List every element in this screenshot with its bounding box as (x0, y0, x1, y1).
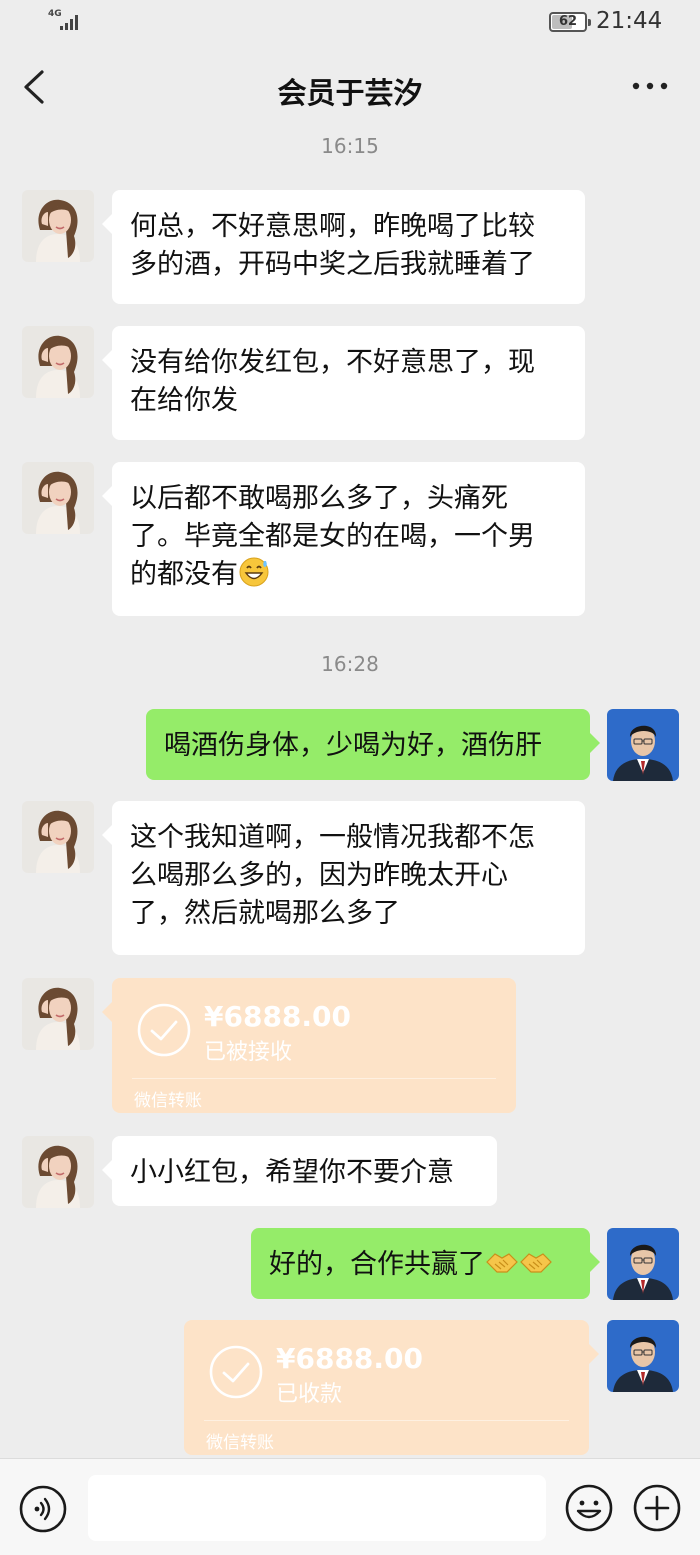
handshake-emoji (520, 1253, 552, 1273)
received-message-bubble[interactable]: 何总，不好意思啊，昨晚喝了比较 多的酒，开码中奖之后我就睡着了 (102, 190, 585, 304)
transfer-status: 已被接收 (204, 1040, 293, 1065)
transfer-card[interactable]: ¥6888.00 已收款 微信转账 (184, 1320, 599, 1455)
message-line: 喝酒伤身体，少喝为好，酒伤肝 (164, 730, 542, 761)
message-line: 好的，合作共赢了 (269, 1246, 572, 1284)
received-message-bubble[interactable]: 没有给你发红包，不好意思了，现 在给你发 (102, 326, 585, 440)
transfer-footer: 微信转账 (134, 1091, 202, 1111)
message-line: 没有给你发红包，不好意思了，现 (130, 347, 535, 378)
chat-title: 会员于芸汐 (277, 76, 423, 110)
message-timestamp: 16:28 (321, 652, 379, 676)
message-line: 多的酒，开码中奖之后我就睡着了 (130, 249, 535, 280)
message-line: 了，然后就喝那么多了 (130, 898, 400, 929)
received-message-bubble[interactable]: 小小红包，希望你不要介意 (102, 1136, 497, 1206)
message-line: 何总，不好意思啊，昨晚喝了比较 (130, 211, 535, 242)
grin-sweat-emoji (239, 557, 269, 587)
transfer-status: 已收款 (276, 1382, 343, 1407)
message-line: 在给你发 (130, 385, 238, 416)
check-circle-icon (209, 1345, 263, 1399)
status-time: 21:44 (596, 8, 663, 34)
contact-avatar[interactable] (22, 1136, 94, 1208)
message-line: 小小红包，希望你不要介意 (130, 1157, 454, 1188)
transfer-footer: 微信转账 (206, 1433, 274, 1453)
message-text: 的都没有 (130, 559, 238, 590)
sent-message-bubble[interactable]: 喝酒伤身体，少喝为好，酒伤肝 (146, 709, 600, 780)
contact-avatar[interactable] (22, 190, 94, 262)
signal-icon: 4G (48, 10, 82, 32)
plus-icon[interactable] (632, 1483, 682, 1533)
received-message-bubble[interactable]: 以后都不敢喝那么多了，头痛死 了。毕竟全都是女的在喝，一个男 的都没有 (102, 462, 585, 616)
message-line: 了。毕竟全都是女的在喝，一个男 (130, 521, 535, 552)
contact-avatar[interactable] (22, 326, 94, 398)
transfer-amount: ¥6888.00 (276, 1342, 424, 1375)
battery-level: 62 (558, 14, 578, 29)
more-dots-icon[interactable] (630, 76, 670, 96)
transfer-divider (204, 1420, 569, 1421)
message-timestamp: 16:15 (321, 134, 379, 158)
battery-icon: 62 (549, 12, 591, 32)
handshake-emoji (486, 1253, 518, 1273)
sent-message-bubble[interactable]: 好的，合作共赢了 (251, 1228, 600, 1299)
contact-avatar[interactable] (22, 801, 94, 873)
self-avatar[interactable] (607, 709, 679, 781)
contact-avatar[interactable] (22, 462, 94, 534)
chat-header: 会员于芸汐 (0, 44, 700, 130)
check-circle-icon (137, 1003, 191, 1057)
message-input[interactable] (88, 1475, 546, 1541)
status-bar: 4G 62 21:44 (0, 0, 700, 44)
received-message-bubble[interactable]: 这个我知道啊，一般情况我都不怎 么喝那么多的，因为昨晚太开心 了，然后就喝那么多… (102, 801, 585, 955)
input-bar (0, 1458, 700, 1555)
emoji-icon[interactable] (564, 1483, 614, 1533)
message-line: 以后都不敢喝那么多了，头痛死 (130, 483, 508, 514)
self-avatar[interactable] (607, 1320, 679, 1392)
message-line: 这个我知道啊，一般情况我都不怎 (130, 822, 535, 853)
self-avatar[interactable] (607, 1228, 679, 1300)
message-text: 好的，合作共赢了 (269, 1249, 485, 1280)
contact-avatar[interactable] (22, 978, 94, 1050)
message-line: 么喝那么多的，因为昨晚太开心 (130, 860, 508, 891)
transfer-amount: ¥6888.00 (204, 1000, 352, 1033)
transfer-divider (132, 1078, 496, 1079)
transfer-card[interactable]: ¥6888.00 已被接收 微信转账 (102, 978, 516, 1113)
voice-icon[interactable] (18, 1484, 68, 1534)
message-line: 的都没有 (130, 556, 567, 594)
